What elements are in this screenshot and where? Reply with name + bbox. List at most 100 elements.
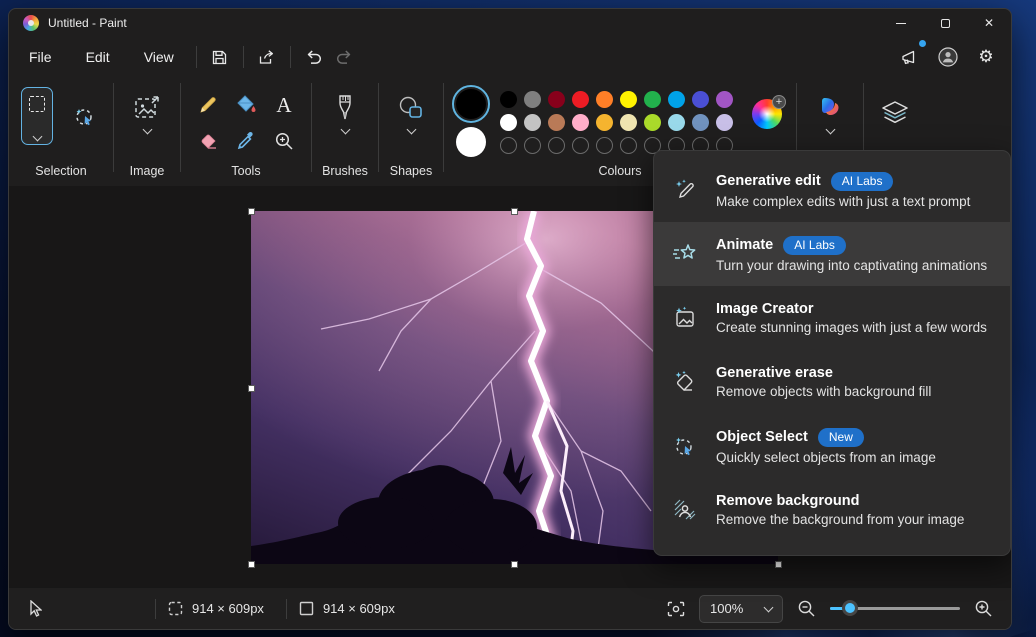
- menu-item-generative-edit[interactable]: Generative edit AI Labs Make complex edi…: [654, 158, 1010, 222]
- save-button[interactable]: [205, 42, 235, 72]
- color-swatch[interactable]: [500, 114, 517, 131]
- undo-icon: [305, 49, 323, 65]
- account-button[interactable]: [933, 42, 963, 72]
- color-swatch[interactable]: [596, 114, 613, 131]
- menu-view[interactable]: View: [130, 43, 188, 71]
- selection-handle-middle-left[interactable]: [248, 385, 255, 392]
- selection-handle-bottom-right[interactable]: [775, 561, 782, 568]
- free-select-button[interactable]: [67, 100, 101, 132]
- brushes-button[interactable]: [333, 93, 357, 133]
- magnifier-icon: [273, 130, 295, 152]
- menu-item-image-creator[interactable]: Image Creator Create stunning images wit…: [654, 286, 1010, 350]
- empty-color-slot[interactable]: [596, 137, 613, 154]
- selection-size-value: 914 × 609px: [192, 601, 264, 616]
- titlebar: Untitled - Paint ✕: [9, 9, 1011, 37]
- zoom-out-button[interactable]: [797, 599, 816, 618]
- color-swatch[interactable]: [524, 114, 541, 131]
- maximize-button[interactable]: [923, 9, 967, 37]
- brushes-group: Brushes: [312, 77, 378, 186]
- menu-item-title: Animate: [716, 237, 773, 253]
- rectangle-select-icon: [29, 96, 45, 112]
- color-swatch[interactable]: [668, 91, 685, 108]
- menu-item-object-select[interactable]: Object Select New Quickly select objects…: [654, 414, 1010, 478]
- undo-button[interactable]: [299, 42, 329, 72]
- color-swatch[interactable]: [572, 114, 589, 131]
- menu-item-generative-erase[interactable]: Generative erase Remove objects with bac…: [654, 350, 1010, 414]
- ai-labs-badge: AI Labs: [783, 236, 846, 255]
- menu-item-title: Image Creator: [716, 301, 814, 317]
- fill-tool-button[interactable]: [229, 89, 263, 121]
- zoom-level-dropdown[interactable]: 100%: [699, 595, 783, 623]
- color-picker-tool-button[interactable]: [229, 125, 263, 157]
- copilot-button[interactable]: [815, 93, 845, 133]
- magnifier-tool-button[interactable]: [267, 125, 301, 157]
- rectangle-select-button[interactable]: [21, 87, 53, 145]
- color-swatch[interactable]: [500, 91, 517, 108]
- eraser-icon: [196, 130, 220, 152]
- empty-color-slot[interactable]: [620, 137, 637, 154]
- shapes-group: Shapes: [379, 77, 443, 186]
- settings-button[interactable]: ⚙: [971, 42, 1001, 72]
- menu-item-remove-background[interactable]: Remove background Remove the background …: [654, 478, 1010, 542]
- color-swatch[interactable]: [620, 114, 637, 131]
- shapes-button[interactable]: [396, 93, 426, 133]
- ai-labs-badge: AI Labs: [831, 172, 894, 191]
- secondary-color-swatch[interactable]: [456, 127, 486, 157]
- color-swatch[interactable]: [644, 91, 661, 108]
- share-button[interactable]: [252, 42, 282, 72]
- chevron-down-icon: [32, 132, 42, 142]
- menu-file[interactable]: File: [15, 43, 66, 71]
- selection-handle-top-left[interactable]: [248, 208, 255, 215]
- fit-to-window-icon: [667, 601, 685, 617]
- edit-colors-button[interactable]: +: [752, 99, 782, 129]
- color-swatch[interactable]: [524, 91, 541, 108]
- color-swatch[interactable]: [596, 91, 613, 108]
- empty-color-slot[interactable]: [572, 137, 589, 154]
- primary-color-swatch[interactable]: [456, 89, 486, 119]
- menu-item-animate[interactable]: Animate AI Labs Turn your drawing into c…: [654, 222, 1010, 286]
- zoom-slider[interactable]: [830, 607, 960, 610]
- canvas-size-value: 914 × 609px: [323, 601, 395, 616]
- new-badge: New: [818, 428, 864, 447]
- color-swatch[interactable]: [620, 91, 637, 108]
- image-button[interactable]: [132, 93, 162, 133]
- zoom-slider-thumb[interactable]: [842, 600, 858, 616]
- announcements-button[interactable]: [895, 42, 925, 72]
- empty-color-slot[interactable]: [500, 137, 517, 154]
- divider: [286, 599, 287, 619]
- chevron-down-icon: [406, 125, 416, 135]
- selection-group: Selection: [9, 77, 113, 186]
- selection-handle-bottom-left[interactable]: [248, 561, 255, 568]
- cursor-icon: [28, 600, 42, 618]
- empty-color-slot[interactable]: [548, 137, 565, 154]
- pencil-icon: [197, 94, 219, 116]
- divider: [155, 599, 156, 619]
- pencil-tool-button[interactable]: [191, 89, 225, 121]
- color-swatch[interactable]: [716, 91, 733, 108]
- eraser-tool-button[interactable]: [191, 125, 225, 157]
- layers-button[interactable]: [880, 99, 910, 127]
- color-swatch[interactable]: [692, 91, 709, 108]
- chevron-down-icon: [825, 125, 835, 135]
- menu-item-description: Make complex edits with just a text prom…: [716, 194, 970, 209]
- color-swatch[interactable]: [716, 114, 733, 131]
- free-select-icon: [72, 104, 96, 128]
- redo-button[interactable]: [329, 42, 359, 72]
- zoom-out-icon: [797, 599, 816, 618]
- selection-handle-bottom-center[interactable]: [511, 561, 518, 568]
- color-swatch[interactable]: [644, 114, 661, 131]
- minimize-button[interactable]: [879, 9, 923, 37]
- empty-color-slot[interactable]: [524, 137, 541, 154]
- fit-to-window-button[interactable]: [667, 601, 685, 617]
- zoom-in-button[interactable]: [974, 599, 993, 618]
- add-color-icon: +: [772, 95, 786, 109]
- selection-handle-top-center[interactable]: [511, 208, 518, 215]
- color-swatch[interactable]: [548, 91, 565, 108]
- color-swatch[interactable]: [692, 114, 709, 131]
- menu-edit[interactable]: Edit: [72, 43, 124, 71]
- color-swatch[interactable]: [548, 114, 565, 131]
- color-swatch[interactable]: [572, 91, 589, 108]
- close-button[interactable]: ✕: [967, 9, 1011, 37]
- color-swatch[interactable]: [668, 114, 685, 131]
- text-tool-button[interactable]: A: [267, 89, 301, 121]
